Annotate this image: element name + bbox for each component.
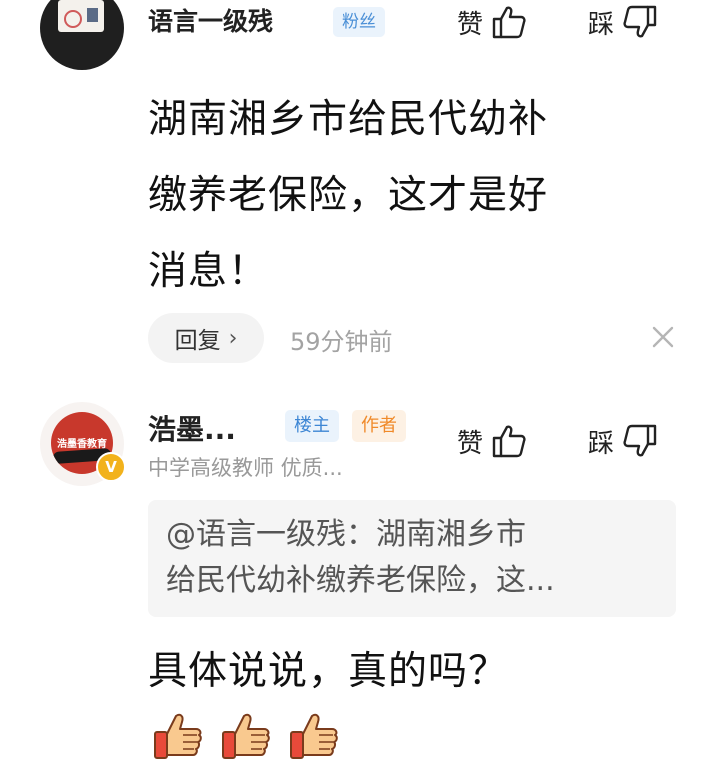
thumbs-up-icon [492, 425, 526, 458]
like-button[interactable]: 赞 [457, 421, 527, 461]
verified-icon: V [96, 452, 126, 482]
dislike-button[interactable]: 踩 [588, 421, 658, 461]
comment-line: 消息！ [148, 249, 269, 294]
comment-line: 湖南湘乡市给民代幼补 [148, 97, 549, 142]
dislike-label: 踩 [588, 9, 615, 40]
comment-text: 湖南湘乡市给民代幼补 缴养老保险，这才是好 消息！ [148, 82, 678, 310]
reply-button[interactable]: 回复 › [148, 313, 264, 363]
close-icon[interactable] [650, 324, 676, 350]
comment-text: 具体说说，真的吗？ [148, 649, 509, 694]
id-card-image [58, 0, 104, 32]
thumbs-up-emoji-icon [222, 713, 270, 759]
quote-line: @语言一级残：湖南湘乡市 [166, 517, 526, 552]
thumbs-up-icon [492, 6, 526, 39]
dislike-button[interactable]: 踩 [588, 2, 658, 42]
username[interactable]: 语言一级残 [148, 2, 273, 38]
user-title: 中学高级教师 优质... [148, 456, 343, 480]
comment-line: 缴养老保险，这才是好 [148, 173, 549, 218]
owner-badge: 楼主 [285, 410, 339, 442]
avatar[interactable]: 浩墨香教育 V [40, 402, 126, 486]
avatar[interactable] [40, 0, 124, 70]
dislike-label: 踩 [588, 428, 615, 459]
chevron-right-icon: › [228, 325, 238, 351]
emoji-row [152, 710, 342, 762]
thumbs-up-emoji-icon [290, 713, 338, 759]
author-badge: 作者 [352, 410, 406, 442]
quote-line: 给民代幼补缴养老保险，这... [166, 563, 555, 598]
thumbs-down-icon [623, 424, 657, 457]
like-button[interactable]: 赞 [457, 2, 527, 42]
like-label: 赞 [457, 9, 484, 40]
thumbs-up-emoji-icon [154, 713, 202, 759]
thumbs-down-icon [623, 5, 657, 38]
timestamp: 59分钟前 [290, 328, 393, 356]
reply-label: 回复 [174, 328, 221, 354]
username[interactable]: 浩墨... [148, 408, 236, 448]
like-label: 赞 [457, 428, 484, 459]
fan-badge: 粉丝 [333, 7, 385, 37]
quoted-comment[interactable]: @语言一级残：湖南湘乡市 给民代幼补缴养老保险，这... [148, 500, 676, 617]
